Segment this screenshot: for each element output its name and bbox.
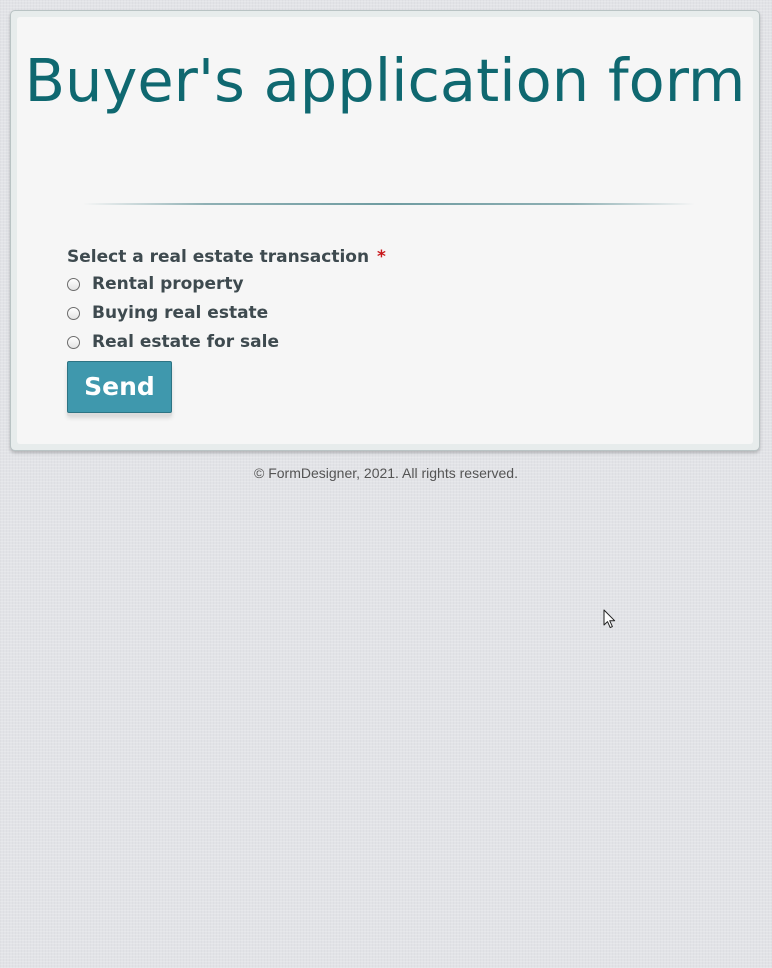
required-marker: * [377,247,386,267]
radio-button-real-estate-for-sale[interactable] [67,335,80,349]
radio-label-rental-property[interactable]: Rental property [92,274,244,294]
radio-label-real-estate-for-sale[interactable]: Real estate for sale [92,332,279,352]
transaction-field-label-text: Select a real estate transaction [67,247,370,267]
radio-button-buying-real-estate[interactable] [67,306,80,320]
send-button[interactable]: Send [67,361,172,413]
copyright-footer: © FormDesigner, 2021. All rights reserve… [254,465,518,481]
radio-button-rental-property[interactable] [67,277,80,291]
transaction-field-label: Select a real estate transaction * [67,247,386,267]
radio-option-buying-real-estate[interactable]: Buying real estate [67,302,268,324]
radio-option-real-estate-for-sale[interactable]: Real estate for sale [67,331,279,353]
title-divider [83,203,695,205]
form-title: Buyer's application form [24,46,746,115]
form-panel: Buyer's application form Select a real e… [17,17,753,444]
form-card: Buyer's application form Select a real e… [10,10,760,451]
radio-label-buying-real-estate[interactable]: Buying real estate [92,303,268,323]
radio-option-rental-property[interactable]: Rental property [67,273,244,295]
mouse-cursor-icon [603,609,616,629]
